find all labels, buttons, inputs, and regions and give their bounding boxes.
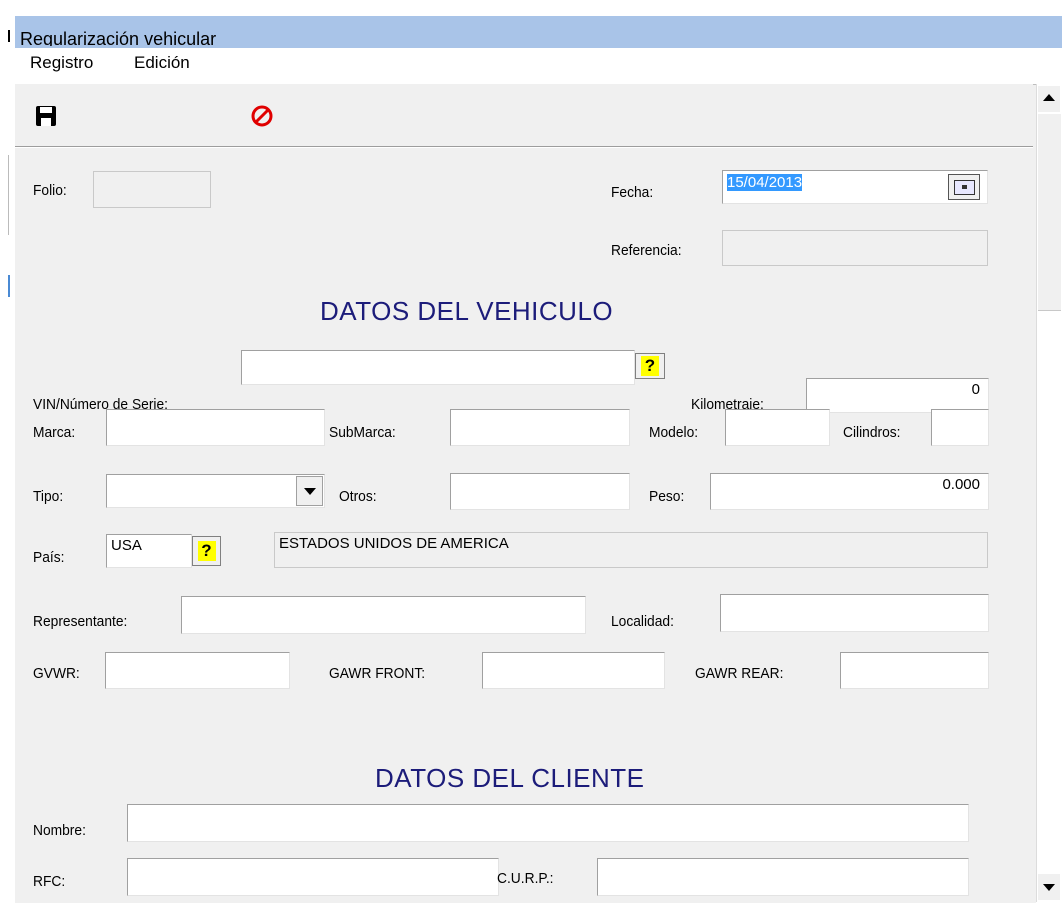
otros-label: Otros: — [339, 488, 377, 505]
fecha-label: Fecha: — [611, 184, 654, 201]
submarca-label: SubMarca: — [329, 424, 396, 441]
pais-name-field[interactable]: ESTADOS UNIDOS DE AMERICA — [274, 532, 988, 568]
localidad-label: Localidad: — [611, 613, 674, 630]
toolbar — [15, 84, 1033, 147]
gawr-front-label: GAWR FRONT: — [329, 665, 426, 682]
peso-field[interactable]: 0.000 — [710, 473, 989, 510]
floppy-disk-icon[interactable] — [34, 104, 58, 128]
modelo-label: Modelo: — [649, 424, 699, 441]
pais-lookup-button[interactable]: ? — [192, 536, 221, 566]
curp-label: C.U.R.P.: — [497, 870, 554, 887]
pais-label: País: — [33, 549, 65, 566]
scroll-up-button[interactable] — [1038, 86, 1060, 112]
scroll-down-button[interactable] — [1038, 874, 1060, 900]
question-icon: ? — [197, 541, 216, 561]
client-heading: DATOS DEL CLIENTE — [375, 763, 645, 793]
tipo-select[interactable] — [106, 474, 325, 508]
cilindros-label: Cilindros: — [843, 424, 901, 441]
marca-field[interactable] — [106, 409, 325, 446]
left-margin — [0, 0, 12, 902]
kilometraje-field[interactable]: 0 — [806, 378, 989, 413]
referencia-label: Referencia: — [611, 242, 682, 259]
cilindros-field[interactable] — [931, 409, 989, 446]
scrollbar-thumb[interactable] — [1038, 114, 1061, 311]
left-edge-mark — [8, 30, 10, 42]
rfc-label: RFC: — [33, 873, 66, 890]
tipo-label: Tipo: — [33, 488, 64, 505]
folio-label: Folio: — [33, 182, 67, 199]
curp-field[interactable] — [597, 858, 969, 896]
referencia-field[interactable] — [722, 230, 988, 266]
question-icon: ? — [641, 356, 659, 376]
gvwr-label: GVWR: — [33, 665, 80, 682]
gawr-rear-field[interactable] — [840, 652, 989, 689]
peso-label: Peso: — [649, 488, 685, 505]
modelo-field[interactable] — [725, 409, 830, 446]
otros-field[interactable] — [450, 473, 630, 510]
pais-code-field[interactable]: USA — [106, 534, 192, 568]
vin-field[interactable] — [241, 350, 635, 385]
nombre-field[interactable] — [127, 804, 969, 842]
chevron-down-icon[interactable] — [296, 476, 323, 506]
submarca-field[interactable] — [450, 409, 630, 446]
fecha-value: 15/04/2013 — [727, 174, 803, 191]
vin-lookup-button[interactable]: ? — [635, 353, 665, 379]
window-title: Regularización vehicular — [20, 30, 217, 46]
vehicle-heading: DATOS DEL VEHICULO — [320, 296, 614, 326]
representante-field[interactable] — [181, 596, 586, 634]
menu-registro[interactable]: Registro — [30, 53, 93, 73]
gawr-front-field[interactable] — [482, 652, 665, 689]
folio-field[interactable] — [93, 171, 211, 208]
marca-label: Marca: — [33, 424, 76, 441]
gawr-rear-label: GAWR REAR: — [695, 665, 784, 682]
calendar-icon[interactable] — [948, 174, 980, 200]
left-edge-highlight — [8, 275, 10, 297]
nombre-label: Nombre: — [33, 822, 86, 839]
cancel-icon[interactable] — [250, 104, 274, 128]
representante-label: Representante: — [33, 613, 128, 630]
menu-edicion[interactable]: Edición — [134, 53, 190, 73]
rfc-field[interactable] — [127, 858, 499, 896]
gvwr-field[interactable] — [105, 652, 290, 689]
toolbar-divider — [15, 147, 1033, 148]
localidad-field[interactable] — [720, 594, 989, 632]
left-edge-line — [8, 155, 9, 235]
